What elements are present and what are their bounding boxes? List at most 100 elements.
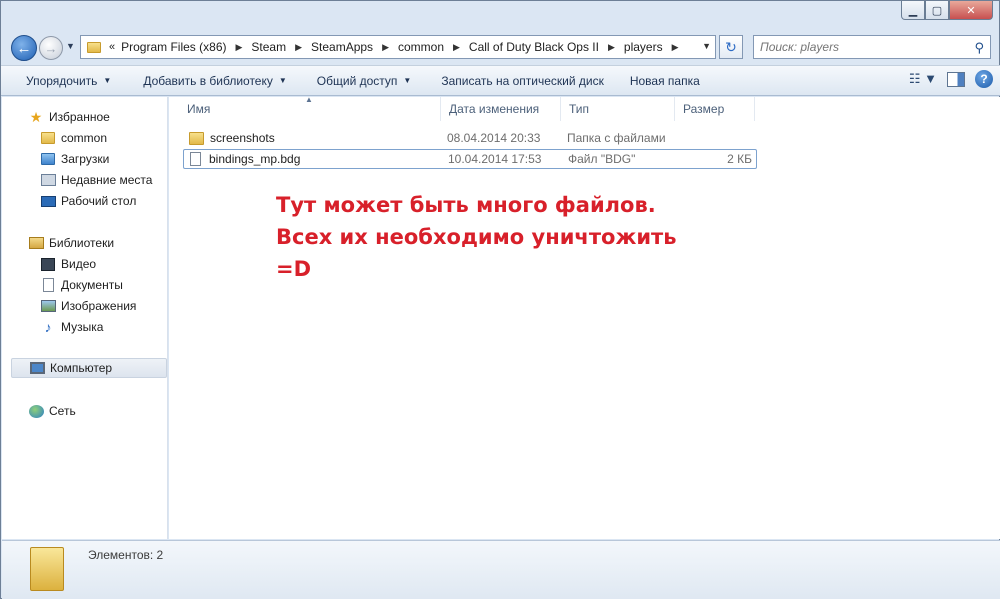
sidebar-item-video[interactable]: Видео — [40, 254, 96, 274]
file-name-cell: bindings_mp.bdg — [184, 152, 442, 166]
breadcrumb-item[interactable]: Call of Duty Black Ops II — [469, 40, 599, 54]
maximize-button[interactable]: ▢ — [925, 1, 949, 20]
sidebar-item-label: Музыка — [61, 320, 104, 334]
forward-button[interactable]: → — [39, 36, 63, 60]
column-header-size[interactable]: Размер — [675, 97, 755, 121]
column-header-label: Размер — [683, 102, 725, 116]
column-header-type[interactable]: Тип — [561, 97, 675, 121]
sidebar-item-label: Рабочий стол — [61, 194, 137, 208]
sidebar-item-label: Изображения — [61, 299, 137, 313]
file-type: Файл "BDG" — [568, 152, 636, 166]
search-icon[interactable]: ⚲ — [974, 40, 984, 56]
burn-button[interactable]: Записать на оптический диск — [424, 66, 617, 95]
chevron-down-icon: ▼ — [278, 76, 287, 85]
address-bar[interactable]: « Program Files (x86) ▶ Steam ▶ SteamApp… — [80, 35, 716, 59]
minimize-button[interactable]: ▁ — [901, 1, 925, 20]
column-header-date[interactable]: Дата изменения — [441, 97, 561, 121]
add-to-library-button[interactable]: Добавить в библиотеку ▼ — [124, 66, 299, 95]
share-label: Общий доступ — [316, 73, 398, 88]
add-to-library-label: Добавить в библиотеку — [143, 73, 273, 88]
breadcrumb-separator-icon[interactable]: ▶ — [295, 42, 302, 53]
close-button[interactable]: ✕ — [949, 1, 993, 20]
star-icon: ★ — [29, 108, 43, 125]
search-box[interactable]: ⚲ — [753, 35, 991, 59]
file-date: 10.04.2014 17:53 — [448, 152, 542, 166]
file-type: Папка с файлами — [567, 131, 666, 145]
breadcrumb-separator-icon[interactable]: ▶ — [382, 42, 389, 53]
sidebar-item-pictures[interactable]: Изображения — [40, 296, 136, 316]
sidebar-item-label: common — [61, 131, 108, 145]
music-icon: ♪ — [44, 319, 52, 335]
column-header-label: Дата изменения — [449, 102, 540, 116]
folder-icon — [40, 131, 56, 145]
address-dropdown-icon[interactable]: ▼ — [702, 41, 711, 51]
search-input[interactable] — [760, 40, 960, 54]
preview-pane-icon[interactable] — [947, 71, 965, 87]
toolbar-right: ☷ ▼ ? — [909, 70, 993, 88]
file-row[interactable]: screenshots 08.04.2014 20:33 Папка с фай… — [183, 128, 757, 148]
refresh-button[interactable]: ↻ — [719, 35, 743, 59]
breadcrumb-item[interactable]: SteamApps — [311, 40, 373, 54]
breadcrumb-item[interactable]: Steam — [251, 40, 286, 54]
sidebar-item-label: Избранное — [49, 110, 110, 124]
sidebar-item-downloads[interactable]: Загрузки — [40, 149, 109, 169]
sidebar-item-label: Видео — [61, 257, 97, 271]
sidebar-item-computer[interactable]: Компьютер — [11, 358, 167, 378]
item-count: Элементов: 2 — [88, 548, 164, 562]
command-bar: Упорядочить ▼ Добавить в библиотеку ▼ Общи… — [1, 65, 1000, 96]
chevron-down-icon: ▼ — [103, 76, 112, 85]
file-name: screenshots — [210, 131, 275, 145]
sidebar-item-label: Компьютер — [50, 361, 113, 375]
sidebar-item-label: Недавние места — [61, 173, 153, 187]
new-folder-label: Новая папка — [629, 73, 700, 88]
folder-icon — [30, 547, 64, 591]
navigation-bar: ← → ▼ « Program Files (x86) ▶ Steam ▶ St… — [1, 31, 1000, 63]
breadcrumb-separator-icon[interactable]: ▶ — [453, 42, 460, 53]
computer-icon — [29, 361, 45, 375]
file-name: bindings_mp.bdg — [209, 152, 301, 166]
annotation-line: =D — [276, 257, 312, 281]
organize-button[interactable]: Упорядочить ▼ — [1, 66, 124, 95]
breadcrumb-item[interactable]: players — [624, 40, 663, 54]
file-icon — [190, 152, 201, 166]
back-button[interactable]: ← — [11, 35, 37, 61]
file-list: ▲ Имя Дата изменения Тип Размер screensh… — [169, 95, 1000, 539]
desktop-icon — [40, 194, 56, 208]
sidebar-item-network[interactable]: Сеть — [28, 401, 76, 421]
breadcrumb-separator-icon[interactable]: ▶ — [672, 42, 679, 53]
recent-pages-dropdown[interactable]: ▼ — [66, 41, 75, 51]
sidebar-item-favorites[interactable]: ★ Избранное — [28, 107, 110, 127]
breadcrumb-overflow-icon[interactable]: « — [109, 41, 115, 53]
column-header-name[interactable]: ▲ Имя — [179, 95, 441, 121]
file-date: 08.04.2014 20:33 — [447, 131, 541, 145]
new-folder-button[interactable]: Новая папка — [617, 66, 713, 95]
sidebar-item-music[interactable]: ♪ Музыка — [40, 317, 104, 337]
burn-label: Записать на оптический диск — [441, 73, 604, 88]
annotation-line: Всех их необходимо уничтожить — [276, 225, 677, 249]
file-row[interactable]: bindings_mp.bdg 10.04.2014 17:53 Файл "B… — [183, 149, 757, 169]
share-button[interactable]: Общий доступ ▼ — [300, 66, 425, 95]
breadcrumb-separator-icon[interactable]: ▶ — [235, 42, 242, 53]
file-size: 2 КБ — [727, 152, 752, 166]
change-view-icon[interactable]: ☷ ▼ — [909, 71, 937, 87]
file-name-cell: screenshots — [183, 131, 441, 145]
folder-icon — [189, 131, 204, 145]
pictures-icon — [40, 299, 56, 313]
sidebar-item-label: Библиотеки — [49, 236, 115, 250]
column-header-label: Имя — [187, 102, 211, 116]
breadcrumb-item[interactable]: common — [398, 40, 444, 54]
sidebar-item-documents[interactable]: Документы — [40, 275, 123, 295]
column-headers: ▲ Имя Дата изменения Тип Размер — [179, 95, 755, 121]
sidebar-item-recent-places[interactable]: Недавние места — [40, 170, 152, 190]
breadcrumb-separator-icon[interactable]: ▶ — [608, 42, 615, 53]
column-header-label: Тип — [569, 102, 590, 116]
breadcrumb-item[interactable]: Program Files (x86) — [121, 40, 226, 54]
annotation-text: Тут может быть много файлов. Всех их нео… — [276, 189, 736, 285]
chevron-down-icon: ▼ — [403, 76, 412, 85]
sidebar-item-label: Загрузки — [61, 152, 110, 166]
sidebar-item-desktop[interactable]: Рабочий стол — [40, 191, 136, 211]
sidebar-item-libraries[interactable]: Библиотеки — [28, 233, 114, 253]
help-icon[interactable]: ? — [975, 70, 993, 88]
sidebar-item-common[interactable]: common — [40, 128, 107, 148]
sort-ascending-icon: ▲ — [305, 95, 313, 104]
